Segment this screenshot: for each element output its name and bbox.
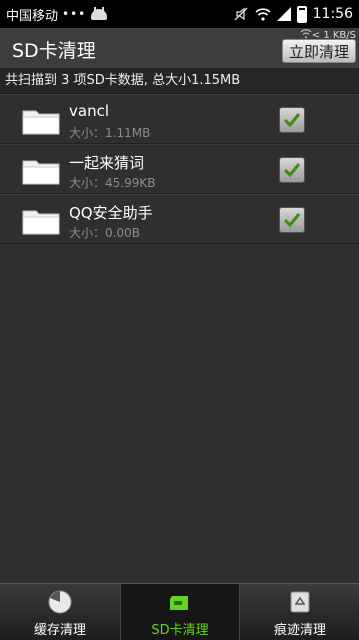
folder-icon [22,110,60,135]
folder-icon [22,160,60,185]
title-bar: SD卡清理 < 1 KB/S 立即清理 [0,28,359,68]
signal-icon [276,7,291,21]
tab-label: 缓存清理 [33,623,86,638]
tab-trace-clean[interactable]: 痕迹清理 [240,584,359,640]
recycle-bin-icon [290,591,310,613]
scan-summary: 共扫描到 3 项SD卡数据, 总大小1.15MB [0,68,359,94]
sd-card-icon [170,596,188,610]
list-item[interactable]: 一起来猜词 大小：45.99KB [0,144,359,194]
clock-icon [48,590,72,614]
list-item[interactable]: QQ安全助手 大小：0.00B [0,194,359,244]
mute-icon [234,7,248,21]
checkmark-icon [283,213,301,228]
folder-icon [22,210,60,235]
item-name: 一起来猜词 [69,154,145,172]
checkmark-icon [283,113,301,128]
tab-label: 痕迹清理 [273,623,326,638]
list-item[interactable]: vancl 大小：1.11MB [0,94,359,144]
checkmark-icon [283,163,301,178]
item-name: QQ安全助手 [69,204,153,222]
item-checkbox[interactable] [279,207,305,233]
item-size: 大小：1.11MB [69,126,151,140]
item-name: vancl [69,102,109,120]
clean-now-button[interactable]: 立即清理 [282,39,356,63]
bottom-tab-bar: 缓存清理 SD卡清理 痕迹清理 [0,583,359,640]
clock-time: 11:56 [312,6,353,22]
status-bar: 中国移动 ••• 11:56 [0,0,359,28]
item-checkbox[interactable] [279,107,305,133]
android-icon [90,7,108,21]
notification-dots: ••• [62,7,87,21]
tab-sd-clean[interactable]: SD卡清理 [120,584,240,640]
sd-data-list: vancl 大小：1.11MB 一起来猜词 大小：45.99KB QQ安全助手 … [0,94,359,244]
item-size: 大小：0.00B [69,226,140,240]
carrier-label: 中国移动 [6,8,59,24]
battery-icon [296,5,307,23]
tab-cache-clean[interactable]: 缓存清理 [0,584,120,640]
item-size: 大小：45.99KB [69,176,156,190]
page-title: SD卡清理 [12,40,96,62]
net-speed-wifi-icon [300,29,312,39]
item-checkbox[interactable] [279,157,305,183]
tab-label: SD卡清理 [151,623,209,638]
wifi-icon [255,7,271,21]
